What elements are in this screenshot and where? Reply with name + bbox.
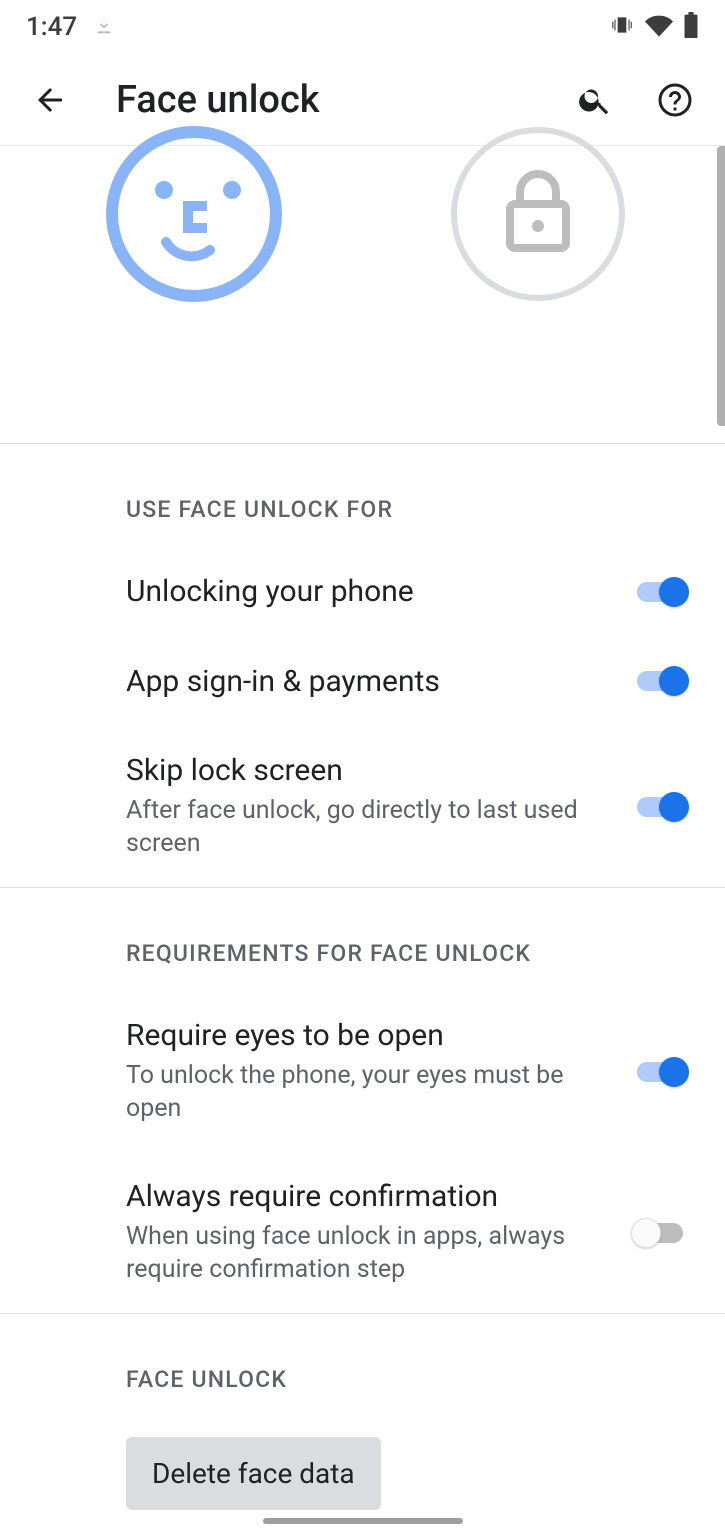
status-bar: 1:47 [0, 0, 725, 54]
toggle-unlocking-phone[interactable] [631, 575, 689, 609]
hero-illustration [0, 146, 725, 444]
download-icon [93, 14, 115, 40]
status-time: 1:47 [26, 12, 77, 42]
scrollbar[interactable] [717, 146, 725, 426]
row-title: Skip lock screen [126, 752, 607, 790]
help-icon [657, 82, 693, 118]
section-use-for: USE FACE UNLOCK FOR Unlocking your phone… [0, 444, 725, 887]
section-header: FACE UNLOCK [0, 1314, 725, 1417]
row-title: Require eyes to be open [126, 1017, 607, 1055]
row-app-signin[interactable]: App sign-in & payments [0, 637, 725, 727]
page-title: Face unlock [116, 78, 573, 122]
section-requirements: REQUIREMENTS FOR FACE UNLOCK Require eye… [0, 888, 725, 1313]
face-icon [104, 124, 284, 308]
toggle-skip-lock-screen[interactable] [631, 790, 689, 824]
toggle-eyes-open[interactable] [631, 1055, 689, 1089]
row-skip-lock-screen[interactable]: Skip lock screen After face unlock, go d… [0, 726, 725, 887]
toggle-app-signin[interactable] [631, 664, 689, 698]
row-title: Unlocking your phone [126, 573, 607, 611]
vibrate-icon [609, 12, 635, 42]
delete-face-data-button[interactable]: Delete face data [126, 1437, 381, 1510]
section-header: REQUIREMENTS FOR FACE UNLOCK [0, 888, 725, 991]
help-button[interactable] [653, 78, 697, 122]
row-require-confirmation[interactable]: Always require confirmation When using f… [0, 1152, 725, 1313]
section-manage: FACE UNLOCK Delete face data [0, 1314, 725, 1530]
row-subtitle: When using face unlock in apps, always r… [126, 1220, 607, 1288]
section-header: USE FACE UNLOCK FOR [0, 444, 725, 547]
toggle-require-confirmation[interactable] [631, 1216, 689, 1250]
row-subtitle: To unlock the phone, your eyes must be o… [126, 1059, 607, 1127]
back-button[interactable] [28, 78, 72, 122]
wifi-icon [645, 11, 673, 43]
row-subtitle: After face unlock, go directly to last u… [126, 794, 607, 862]
arrow-back-icon [32, 82, 68, 118]
lock-icon [448, 124, 628, 308]
row-title: Always require confirmation [126, 1178, 607, 1216]
battery-icon [683, 12, 699, 42]
row-title: App sign-in & payments [126, 663, 607, 701]
row-eyes-open[interactable]: Require eyes to be open To unlock the ph… [0, 991, 725, 1152]
row-unlocking-phone[interactable]: Unlocking your phone [0, 547, 725, 637]
search-icon [577, 82, 613, 118]
search-button[interactable] [573, 78, 617, 122]
nav-handle[interactable] [263, 1518, 463, 1524]
